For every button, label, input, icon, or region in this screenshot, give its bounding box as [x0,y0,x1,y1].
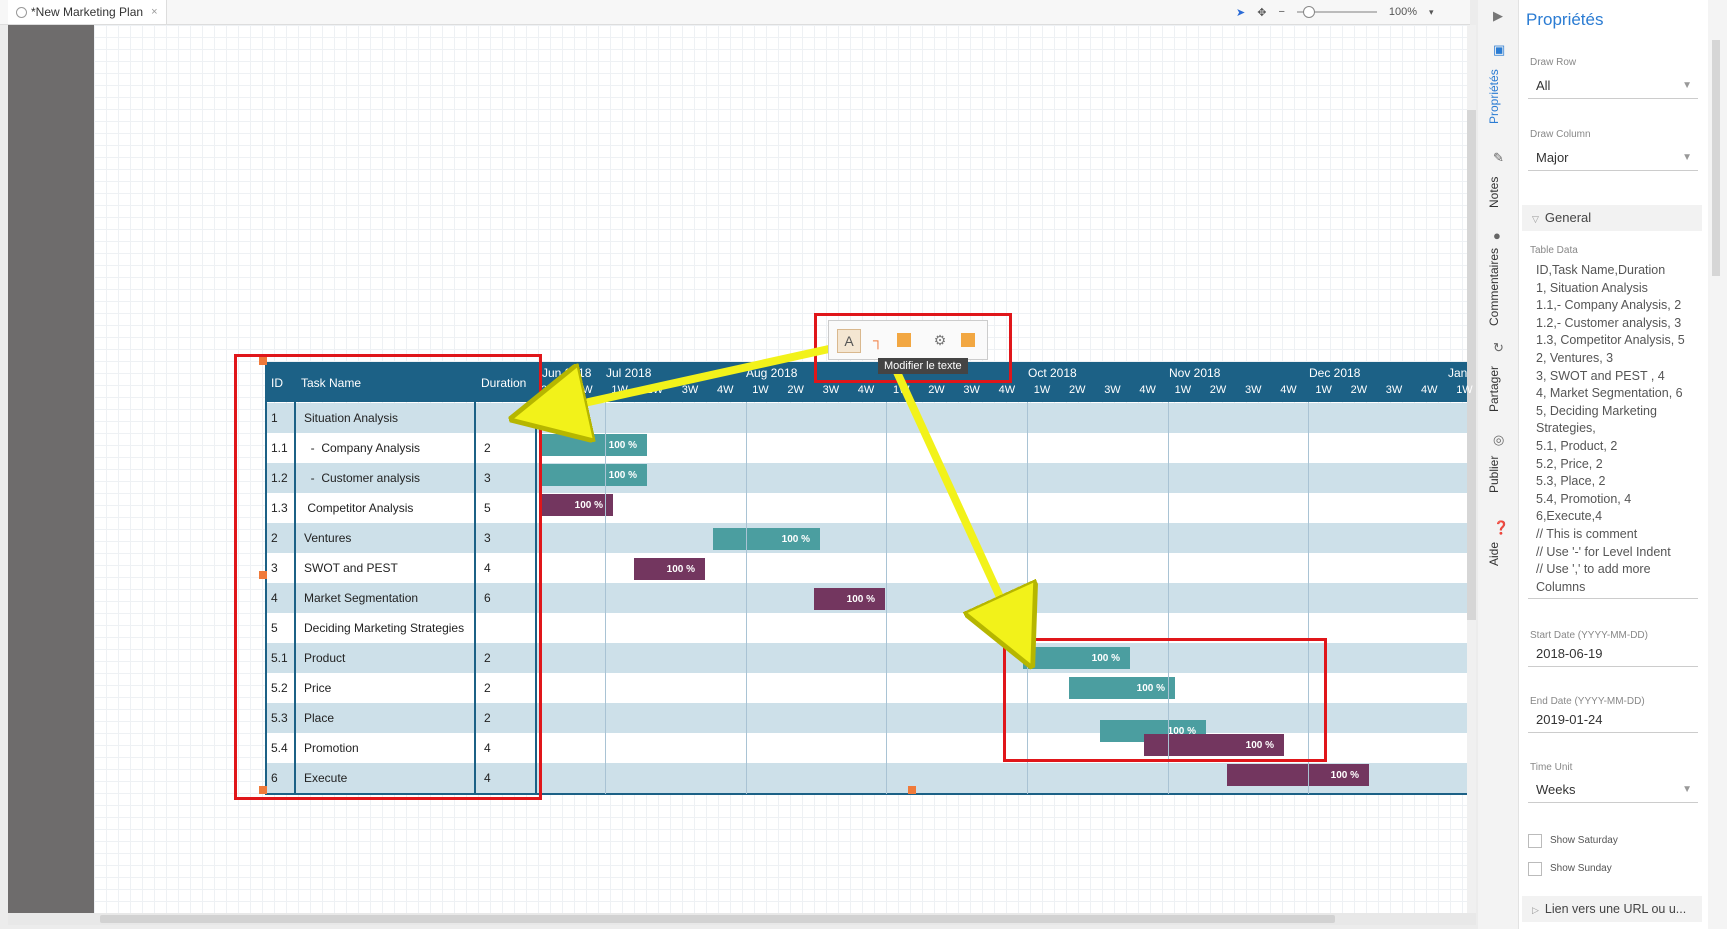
draw-column-value: Major [1536,150,1569,165]
chevron-down-icon: ▼ [1682,152,1692,163]
connector-icon[interactable]: ┐ [867,329,889,351]
show-sunday-checkbox[interactable] [1528,862,1542,876]
table-data-line: Strategies, [1536,421,1596,436]
table-data-line: 4, Market Segmentation, 6 [1536,386,1683,401]
table-data-line: 5.1, Product, 2 [1536,438,1618,453]
table-data-label: Table Data [1530,245,1578,256]
table-data-line: ID,Task Name,Duration [1536,263,1666,277]
draw-column-select[interactable]: Major ▼ [1528,145,1698,171]
table-data-line: 1.2,- Customer analysis, 3 [1536,315,1682,330]
time-unit-label: Time Unit [1530,762,1573,773]
tab-help[interactable]: Aide [1487,542,1501,566]
time-unit-select[interactable]: Weeks ▼ [1528,777,1698,803]
table-data-line: // Use '-' for Level Indent [1536,544,1671,559]
settings-page-icon[interactable]: ⚙ [929,329,951,351]
table-data-line: 1, Situation Analysis [1536,280,1648,295]
edit-text-button[interactable]: A [837,329,861,353]
chevron-down-icon: ▼ [1682,784,1692,795]
tab-properties[interactable]: Propriétés [1487,69,1501,124]
publish-icon[interactable]: ◎ [1493,432,1504,448]
annotation-arrows [0,343,1727,929]
collapse-panel-icon[interactable]: ▶ [1493,8,1503,24]
end-date-input[interactable]: 2019-01-24 [1528,707,1698,733]
table-data-textarea[interactable]: ID,Task Name,Duration 1, Situation Analys… [1536,262,1701,596]
chevron-down-icon: ▼ [1682,80,1692,91]
start-date-input[interactable]: 2018-06-19 [1528,641,1698,667]
table-data-line: 1.1,- Company Analysis, 2 [1536,298,1682,313]
share-icon[interactable]: ↻ [1493,340,1504,356]
table-data-line: 6,Execute,4 [1536,509,1603,524]
edit-text-tooltip: Modifier le texte [878,358,968,374]
tab-notes[interactable]: Notes [1487,177,1501,208]
show-saturday-checkbox[interactable] [1528,834,1542,848]
table-data-line: // This is comment [1536,526,1638,541]
show-saturday-label: Show Saturday [1550,835,1618,846]
panel-scroll-thumb[interactable] [1712,40,1720,276]
tab-comments[interactable]: Commentaires [1487,248,1501,326]
general-section-title: General [1544,210,1592,225]
draw-row-select[interactable]: All ▼ [1528,73,1698,99]
tab-share[interactable]: Partager [1487,366,1501,412]
table-data-line: 2, Ventures, 3 [1536,350,1614,365]
fill-style-icon[interactable] [893,329,915,351]
arrow-to-bars [892,368,1016,632]
table-data-line: // Use ',' to add more [1536,562,1651,577]
notes-icon[interactable]: ✎ [1493,150,1504,166]
properties-icon[interactable]: ▣ [1493,42,1505,58]
table-data-line: 5.4, Promotion, 4 [1536,491,1632,506]
general-section-header[interactable]: ▽ General [1522,205,1702,231]
table-data-line: 5, Deciding Marketing [1536,403,1657,418]
link-url-section[interactable]: ▷ Lien vers une URL ou u... [1522,896,1702,922]
chevron-right-icon: ▷ [1532,905,1539,915]
shape-floating-toolbar: A ┐ ⚙ [828,320,988,360]
link-url-label: Lien vers une URL ou u... [1544,902,1687,916]
comments-icon[interactable]: ● [1493,228,1501,243]
draw-row-label: Draw Row [1530,57,1577,68]
table-data-line: 1.3, Competitor Analysis, 5 [1536,333,1685,348]
table-data-line: 5.3, Place, 2 [1536,474,1606,489]
panel-title: Propriétés [1526,10,1604,29]
help-icon[interactable]: ❓ [1493,520,1509,536]
show-sunday-label: Show Sunday [1550,863,1612,874]
table-data-line: Columns [1536,579,1586,594]
chevron-down-icon: ▽ [1532,214,1539,224]
table-data-line: 3, SWOT and PEST , 4 [1536,368,1665,383]
insert-shape-icon[interactable] [957,329,979,351]
tab-publish[interactable]: Publier [1487,456,1501,493]
table-data-underline [1528,598,1698,599]
time-unit-value: Weeks [1536,782,1576,797]
draw-column-label: Draw Column [1530,129,1591,140]
start-date-label: Start Date (YYYY-MM-DD) [1530,630,1648,641]
arrow-to-table [548,343,839,411]
table-data-line: 5.2, Price, 2 [1536,456,1603,471]
end-date-label: End Date (YYYY-MM-DD) [1530,696,1645,707]
draw-row-value: All [1536,78,1551,93]
